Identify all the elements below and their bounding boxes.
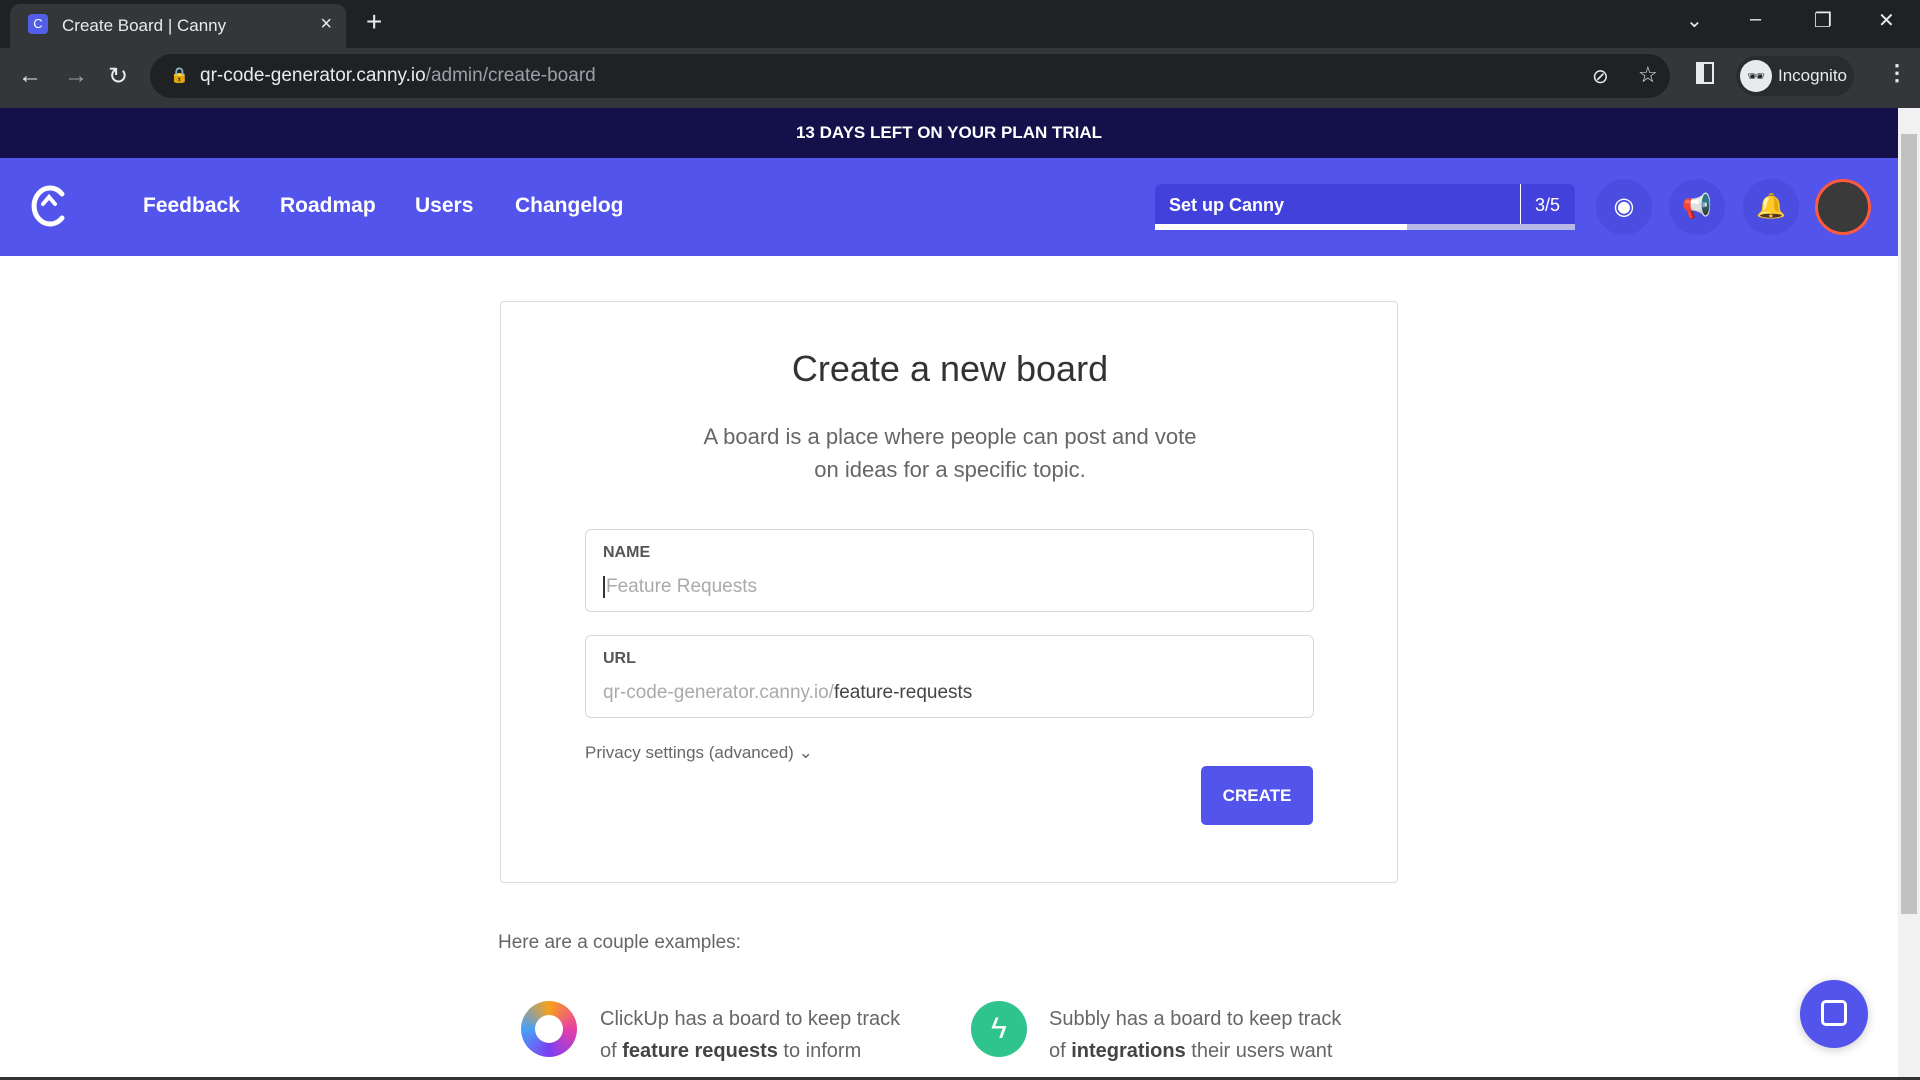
- minimize-icon[interactable]: –: [1750, 8, 1761, 31]
- nav-users[interactable]: Users: [415, 194, 473, 218]
- profile-label: Incognito: [1778, 66, 1847, 86]
- url-text: qr-code-generator.canny.io/admin/create-…: [200, 65, 596, 87]
- clickup-text-1: ClickUp has a board to keep track: [600, 1003, 900, 1035]
- url-host: qr-code-generator.canny.io: [200, 65, 426, 86]
- browser-tab[interactable]: C Create Board | Canny ×: [10, 4, 346, 48]
- restore-icon[interactable]: ❐: [1814, 8, 1832, 33]
- subbly-text-1: Subbly has a board to keep track: [1049, 1003, 1341, 1035]
- url-slug-input[interactable]: feature-requests: [834, 682, 972, 703]
- privacy-label: Privacy settings (advanced): [585, 743, 794, 762]
- reload-icon[interactable]: ↻: [108, 62, 128, 91]
- url-label: URL: [603, 650, 636, 668]
- subtitle-line-1: A board is a place where people can post…: [501, 420, 1399, 453]
- address-toolbar: ← → ↻ 🔒 qr-code-generator.canny.io/admin…: [0, 48, 1920, 108]
- bookmark-star-icon[interactable]: ☆: [1638, 62, 1658, 88]
- examples-heading: Here are a couple examples:: [498, 932, 741, 954]
- scrollbar-thumb[interactable]: [1901, 134, 1917, 914]
- canny-favicon-icon: C: [28, 14, 48, 34]
- nav-feedback[interactable]: Feedback: [143, 194, 240, 218]
- name-label: NAME: [603, 544, 650, 562]
- menu-icon[interactable]: ⋮: [1886, 60, 1908, 86]
- nav-roadmap[interactable]: Roadmap: [280, 194, 376, 218]
- setup-canny-button[interactable]: Set up Canny 3/5: [1155, 184, 1575, 230]
- clickup-logo-icon: [521, 1001, 577, 1057]
- setup-progress-fill: [1155, 224, 1407, 230]
- canny-logo-icon[interactable]: [30, 184, 68, 228]
- chevron-down-icon: ⌄: [799, 743, 813, 762]
- name-input-placeholder[interactable]: Feature Requests: [603, 576, 757, 598]
- setup-progress-bar: [1155, 224, 1575, 230]
- nav-changelog[interactable]: Changelog: [515, 194, 624, 218]
- subtitle-line-2: on ideas for a specific topic.: [501, 453, 1399, 486]
- subbly-text-2: of: [1049, 1040, 1071, 1062]
- url-path: /admin/create-board: [426, 65, 596, 86]
- setup-count: 3/5: [1535, 195, 1560, 216]
- chat-icon: [1821, 1000, 1847, 1026]
- bell-icon[interactable]: 🔔: [1743, 179, 1799, 235]
- privacy-settings-toggle[interactable]: Privacy settings (advanced) ⌄: [585, 743, 813, 763]
- page-title: Create a new board: [501, 348, 1399, 390]
- avatar[interactable]: [1815, 179, 1871, 235]
- subbly-text-3: their users want: [1186, 1040, 1333, 1062]
- url-field[interactable]: URL qr-code-generator.canny.io/feature-r…: [585, 635, 1314, 718]
- browser-tab-bar: C Create Board | Canny × + ⌄ – ❐ ✕: [0, 0, 1920, 48]
- clickup-text-3: to inform: [778, 1040, 861, 1062]
- create-board-card: Create a new board A board is a place wh…: [500, 301, 1398, 883]
- lock-icon: 🔒: [170, 66, 189, 84]
- create-button[interactable]: CREATE: [1201, 766, 1313, 825]
- subbly-bold: integrations: [1071, 1040, 1185, 1062]
- side-panel-icon[interactable]: [1696, 62, 1714, 84]
- subbly-logo-icon: ϟ: [971, 1001, 1027, 1057]
- close-window-icon[interactable]: ✕: [1878, 8, 1895, 33]
- incognito-icon: 🕶: [1740, 60, 1772, 92]
- megaphone-icon[interactable]: 📢: [1669, 179, 1725, 235]
- clickup-bold: feature requests: [622, 1040, 778, 1062]
- clickup-example: ClickUp has a board to keep track of feat…: [600, 1003, 900, 1067]
- trial-banner: 13 DAYS LEFT ON YOUR PLAN TRIAL: [0, 108, 1898, 158]
- top-nav: Feedback Roadmap Users Changelog Set up …: [0, 158, 1898, 256]
- incognito-profile[interactable]: 🕶 Incognito: [1736, 56, 1854, 96]
- forward-icon[interactable]: →: [64, 62, 88, 90]
- name-field[interactable]: NAME Feature Requests: [585, 529, 1314, 612]
- tab-title: Create Board | Canny: [62, 16, 226, 36]
- page-subtitle: A board is a place where people can post…: [501, 420, 1399, 486]
- url-prefix: qr-code-generator.canny.io/: [603, 682, 834, 703]
- view-eye-icon[interactable]: ◉: [1596, 179, 1652, 235]
- close-tab-icon[interactable]: ×: [320, 13, 332, 36]
- chat-widget-button[interactable]: [1800, 980, 1868, 1048]
- divider: [1520, 184, 1521, 224]
- eye-off-icon[interactable]: ⊘: [1592, 64, 1609, 89]
- address-bar[interactable]: 🔒 qr-code-generator.canny.io/admin/creat…: [150, 54, 1670, 98]
- back-icon[interactable]: ←: [18, 62, 42, 90]
- subbly-example: Subbly has a board to keep track of integ…: [1049, 1003, 1341, 1067]
- setup-label: Set up Canny: [1169, 195, 1284, 216]
- scrollbar[interactable]: [1898, 108, 1920, 1078]
- tab-search-icon[interactable]: ⌄: [1686, 8, 1703, 33]
- new-tab-icon[interactable]: +: [366, 6, 382, 38]
- clickup-text-2: of: [600, 1040, 622, 1062]
